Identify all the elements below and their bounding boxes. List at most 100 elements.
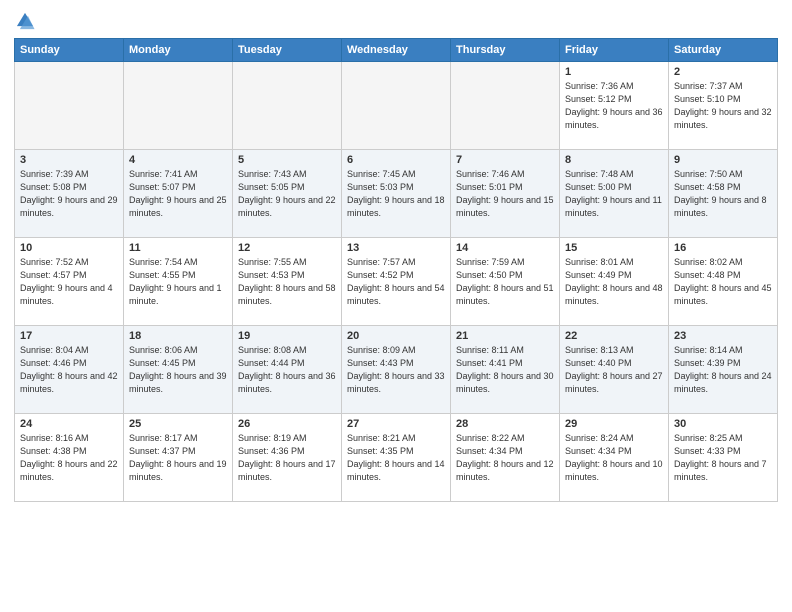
day-info: Sunrise: 8:08 AM Sunset: 4:44 PM Dayligh… (238, 344, 336, 396)
calendar-cell: 8Sunrise: 7:48 AM Sunset: 5:00 PM Daylig… (560, 150, 669, 238)
day-info: Sunrise: 7:55 AM Sunset: 4:53 PM Dayligh… (238, 256, 336, 308)
day-number: 13 (347, 242, 445, 254)
day-number: 26 (238, 418, 336, 430)
calendar-cell: 16 Sunrise: 8:02 AM Sunset: 4:48 PM Dayli… (669, 238, 778, 326)
calendar-cell (233, 62, 342, 150)
calendar-cell (124, 62, 233, 150)
calendar-week-2: 3Sunrise: 7:39 AM Sunset: 5:08 PM Daylig… (15, 150, 778, 238)
logo-icon (14, 10, 36, 32)
calendar-cell: 22 Sunrise: 8:13 AM Sunset: 4:40 PM Dayli… (560, 326, 669, 414)
calendar-week-5: 24 Sunrise: 8:16 AM Sunset: 4:38 PM Dayli… (15, 414, 778, 502)
day-number: 30 (674, 418, 772, 430)
day-number: 23 (674, 330, 772, 342)
day-number: 24 (20, 418, 118, 430)
calendar-cell: 30 Sunrise: 8:25 AM Sunset: 4:33 PM Dayli… (669, 414, 778, 502)
day-info: Sunrise: 7:50 AM Sunset: 4:58 PM Dayligh… (674, 168, 772, 220)
weekday-header-friday: Friday (560, 39, 669, 62)
day-info: Sunrise: 7:36 AM Sunset: 5:12 PM Dayligh… (565, 80, 663, 132)
calendar-cell: 28 Sunrise: 8:22 AM Sunset: 4:34 PM Dayli… (451, 414, 560, 502)
calendar-cell: 20 Sunrise: 8:09 AM Sunset: 4:43 PM Dayli… (342, 326, 451, 414)
day-info: Sunrise: 8:14 AM Sunset: 4:39 PM Dayligh… (674, 344, 772, 396)
day-info: Sunrise: 8:02 AM Sunset: 4:48 PM Dayligh… (674, 256, 772, 308)
day-number: 5 (238, 154, 336, 166)
day-number: 1 (565, 66, 663, 78)
calendar-cell: 11 Sunrise: 7:54 AM Sunset: 4:55 PM Dayli… (124, 238, 233, 326)
day-number: 6 (347, 154, 445, 166)
calendar-cell: 4Sunrise: 7:41 AM Sunset: 5:07 PM Daylig… (124, 150, 233, 238)
weekday-header-saturday: Saturday (669, 39, 778, 62)
day-info: Sunrise: 8:06 AM Sunset: 4:45 PM Dayligh… (129, 344, 227, 396)
day-number: 25 (129, 418, 227, 430)
day-info: Sunrise: 8:22 AM Sunset: 4:34 PM Dayligh… (456, 432, 554, 484)
calendar-cell (15, 62, 124, 150)
weekday-header-thursday: Thursday (451, 39, 560, 62)
calendar-cell: 10 Sunrise: 7:52 AM Sunset: 4:57 PM Dayli… (15, 238, 124, 326)
day-number: 3 (20, 154, 118, 166)
day-info: Sunrise: 7:43 AM Sunset: 5:05 PM Dayligh… (238, 168, 336, 220)
calendar-cell: 12 Sunrise: 7:55 AM Sunset: 4:53 PM Dayli… (233, 238, 342, 326)
day-number: 28 (456, 418, 554, 430)
day-info: Sunrise: 8:04 AM Sunset: 4:46 PM Dayligh… (20, 344, 118, 396)
day-info: Sunrise: 7:46 AM Sunset: 5:01 PM Dayligh… (456, 168, 554, 220)
weekday-header-sunday: Sunday (15, 39, 124, 62)
weekday-header-row: SundayMondayTuesdayWednesdayThursdayFrid… (15, 39, 778, 62)
calendar-table: SundayMondayTuesdayWednesdayThursdayFrid… (14, 38, 778, 502)
day-number: 15 (565, 242, 663, 254)
calendar-cell: 23 Sunrise: 8:14 AM Sunset: 4:39 PM Dayli… (669, 326, 778, 414)
calendar-cell: 7 Sunrise: 7:46 AM Sunset: 5:01 PM Daylig… (451, 150, 560, 238)
calendar-week-3: 10 Sunrise: 7:52 AM Sunset: 4:57 PM Dayli… (15, 238, 778, 326)
day-number: 4 (129, 154, 227, 166)
day-number: 8 (565, 154, 663, 166)
day-info: Sunrise: 7:37 AM Sunset: 5:10 PM Dayligh… (674, 80, 772, 132)
day-number: 10 (20, 242, 118, 254)
calendar-cell: 2 Sunrise: 7:37 AM Sunset: 5:10 PM Daylig… (669, 62, 778, 150)
day-number: 19 (238, 330, 336, 342)
day-number: 18 (129, 330, 227, 342)
calendar-cell: 1 Sunrise: 7:36 AM Sunset: 5:12 PM Daylig… (560, 62, 669, 150)
calendar-cell: 6 Sunrise: 7:45 AM Sunset: 5:03 PM Daylig… (342, 150, 451, 238)
calendar-cell: 24 Sunrise: 8:16 AM Sunset: 4:38 PM Dayli… (15, 414, 124, 502)
day-info: Sunrise: 7:59 AM Sunset: 4:50 PM Dayligh… (456, 256, 554, 308)
calendar-cell (342, 62, 451, 150)
day-number: 27 (347, 418, 445, 430)
day-number: 20 (347, 330, 445, 342)
day-number: 9 (674, 154, 772, 166)
day-info: Sunrise: 8:17 AM Sunset: 4:37 PM Dayligh… (129, 432, 227, 484)
day-number: 7 (456, 154, 554, 166)
calendar-cell: 17 Sunrise: 8:04 AM Sunset: 4:46 PM Dayli… (15, 326, 124, 414)
calendar-cell (451, 62, 560, 150)
weekday-header-tuesday: Tuesday (233, 39, 342, 62)
weekday-header-wednesday: Wednesday (342, 39, 451, 62)
day-info: Sunrise: 7:45 AM Sunset: 5:03 PM Dayligh… (347, 168, 445, 220)
day-number: 17 (20, 330, 118, 342)
day-number: 21 (456, 330, 554, 342)
calendar-cell: 9 Sunrise: 7:50 AM Sunset: 4:58 PM Daylig… (669, 150, 778, 238)
day-info: Sunrise: 8:25 AM Sunset: 4:33 PM Dayligh… (674, 432, 772, 484)
day-number: 16 (674, 242, 772, 254)
calendar-cell: 21Sunrise: 8:11 AM Sunset: 4:41 PM Dayli… (451, 326, 560, 414)
header-row (14, 10, 778, 32)
day-info: Sunrise: 7:54 AM Sunset: 4:55 PM Dayligh… (129, 256, 227, 308)
calendar-week-1: 1 Sunrise: 7:36 AM Sunset: 5:12 PM Daylig… (15, 62, 778, 150)
day-info: Sunrise: 7:52 AM Sunset: 4:57 PM Dayligh… (20, 256, 118, 308)
calendar-cell: 29Sunrise: 8:24 AM Sunset: 4:34 PM Dayli… (560, 414, 669, 502)
day-number: 2 (674, 66, 772, 78)
calendar-cell: 15 Sunrise: 8:01 AM Sunset: 4:49 PM Dayli… (560, 238, 669, 326)
calendar-week-4: 17 Sunrise: 8:04 AM Sunset: 4:46 PM Dayli… (15, 326, 778, 414)
day-number: 12 (238, 242, 336, 254)
day-info: Sunrise: 8:09 AM Sunset: 4:43 PM Dayligh… (347, 344, 445, 396)
day-number: 22 (565, 330, 663, 342)
calendar-cell: 19 Sunrise: 8:08 AM Sunset: 4:44 PM Dayli… (233, 326, 342, 414)
day-info: Sunrise: 8:21 AM Sunset: 4:35 PM Dayligh… (347, 432, 445, 484)
day-info: Sunrise: 8:01 AM Sunset: 4:49 PM Dayligh… (565, 256, 663, 308)
page-container: SundayMondayTuesdayWednesdayThursdayFrid… (0, 0, 792, 510)
day-number: 29 (565, 418, 663, 430)
logo (14, 10, 40, 32)
day-info: Sunrise: 8:19 AM Sunset: 4:36 PM Dayligh… (238, 432, 336, 484)
calendar-cell: 5 Sunrise: 7:43 AM Sunset: 5:05 PM Daylig… (233, 150, 342, 238)
day-info: Sunrise: 8:16 AM Sunset: 4:38 PM Dayligh… (20, 432, 118, 484)
calendar-cell: 26 Sunrise: 8:19 AM Sunset: 4:36 PM Dayli… (233, 414, 342, 502)
calendar-cell: 27 Sunrise: 8:21 AM Sunset: 4:35 PM Dayli… (342, 414, 451, 502)
day-number: 11 (129, 242, 227, 254)
day-info: Sunrise: 8:13 AM Sunset: 4:40 PM Dayligh… (565, 344, 663, 396)
